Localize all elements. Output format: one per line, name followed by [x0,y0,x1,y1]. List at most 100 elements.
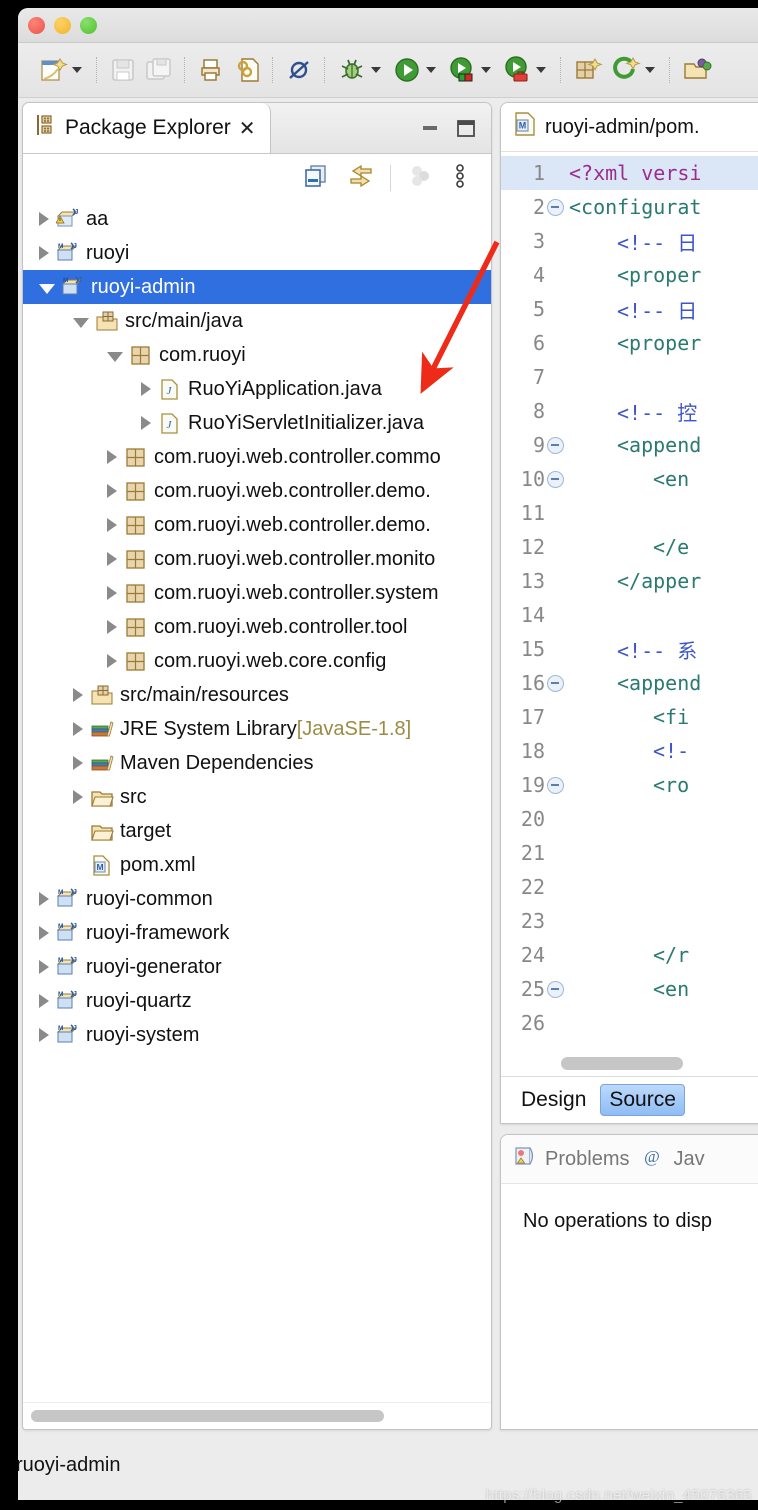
code-line[interactable]: 16 <append [501,666,758,700]
tree-item-com-ruoyi-web-controller-monito[interactable]: com.ruoyi.web.controller.monito [23,542,491,576]
twisty-collapsed-icon[interactable] [39,926,49,940]
scrollbar-thumb[interactable] [561,1056,683,1070]
tree-item-target[interactable]: target [23,814,491,848]
twisty-collapsed-icon[interactable] [107,586,117,600]
new-annotation-button[interactable] [607,48,662,92]
tab-package-explorer[interactable]: Package Explorer ✕ [23,103,271,153]
tree-item-src-main-java[interactable]: src/main/java [23,304,491,338]
run-server-button[interactable] [443,48,498,92]
link-document-button[interactable] [229,48,265,92]
tree-item-src-main-resources[interactable]: src/main/resources [23,678,491,712]
save-all-button[interactable] [141,48,177,92]
code-line[interactable]: 17 <fi [501,700,758,734]
run-button[interactable] [388,48,443,92]
twisty-collapsed-icon[interactable] [39,960,49,974]
tree-item-ruoyi-common[interactable]: M Jruoyi-common [23,882,491,916]
twisty-expanded-icon[interactable] [73,317,89,328]
tree-item-ruoyi-framework[interactable]: M Jruoyi-framework [23,916,491,950]
tree-item-com-ruoyi-web-controller-system[interactable]: com.ruoyi.web.controller.system [23,576,491,610]
code-line[interactable]: 7 [501,360,758,394]
twisty-collapsed-icon[interactable] [107,450,117,464]
package-explorer-tree[interactable]: Jaa M Jruoyi M Jruoyi-admin src/main/java com.… [23,202,491,1402]
code-line[interactable]: 15 <!-- 系 [501,632,758,666]
tree-item-com-ruoyi[interactable]: com.ruoyi [23,338,491,372]
tree-item-pom-xml[interactable]: Mpom.xml [23,848,491,882]
code-line[interactable]: 9 <append [501,428,758,462]
code-line[interactable]: 25 <en [501,972,758,1006]
new-wizard-button[interactable] [34,48,89,92]
editor-horizontal-scrollbar[interactable] [501,1050,758,1076]
twisty-collapsed-icon[interactable] [107,654,117,668]
code-line[interactable]: 10 <en [501,462,758,496]
code-line[interactable]: 24 </r [501,938,758,972]
save-button[interactable] [105,48,141,92]
debug-button[interactable] [333,48,388,92]
code-line[interactable]: 21 [501,836,758,870]
problems-tab-problems[interactable]: Problems [513,1145,629,1173]
tree-item-com-ruoyi-web-controller-commo[interactable]: com.ruoyi.web.controller.commo [23,440,491,474]
print-preview-button[interactable] [193,48,229,92]
editor-mode-tab-design[interactable]: Design [513,1085,594,1115]
code-line[interactable]: 3 <!-- 日 [501,224,758,258]
collapse-all-button[interactable] [294,163,338,194]
problems-view-tabs[interactable]: Problems @ Jav [501,1135,758,1184]
tree-item-ruoyi[interactable]: M Jruoyi [23,236,491,270]
tree-horizontal-scrollbar[interactable] [23,1402,491,1429]
tree-item-aa[interactable]: Jaa [23,202,491,236]
tree-item-ruoyiservletinitializer-java[interactable]: J RuoYiServletInitializer.java [23,406,491,440]
chevron-down-icon[interactable] [72,67,82,73]
twisty-collapsed-icon[interactable] [107,518,117,532]
twisty-collapsed-icon[interactable] [107,484,117,498]
code-line[interactable]: 26 [501,1006,758,1040]
fold-collapse-icon[interactable] [545,674,565,692]
tree-item-com-ruoyi-web-controller-demo[interactable]: com.ruoyi.web.controller.demo. [23,474,491,508]
twisty-collapsed-icon[interactable] [73,722,83,736]
tree-item-ruoyi-generator[interactable]: M Jruoyi-generator [23,950,491,984]
tree-item-ruoyi-quartz[interactable]: M Jruoyi-quartz [23,984,491,1018]
code-line[interactable]: 22 [501,870,758,904]
tree-item-src[interactable]: src [23,780,491,814]
editor-mode-tabs[interactable]: Design Source [501,1076,758,1123]
minimize-icon[interactable] [419,118,441,138]
twisty-collapsed-icon[interactable] [39,892,49,906]
fold-collapse-icon[interactable] [545,776,565,794]
fold-collapse-icon[interactable] [545,198,565,216]
tree-item-com-ruoyi-web-controller-demo[interactable]: com.ruoyi.web.controller.demo. [23,508,491,542]
code-line[interactable]: 14 [501,598,758,632]
twisty-collapsed-icon[interactable] [73,790,83,804]
tree-item-maven-dependencies[interactable]: Maven Dependencies [23,746,491,780]
tree-item-ruoyiapplication-java[interactable]: J RuoYiApplication.java [23,372,491,406]
tree-item-com-ruoyi-web-core-config[interactable]: com.ruoyi.web.core.config [23,644,491,678]
link-with-editor-button[interactable] [338,163,384,194]
code-line[interactable]: 5 <!-- 日 [501,292,758,326]
twisty-collapsed-icon[interactable] [39,212,49,226]
twisty-expanded-icon[interactable] [107,351,123,362]
code-line[interactable]: 6 <proper [501,326,758,360]
twisty-collapsed-icon[interactable] [39,246,49,260]
twisty-collapsed-icon[interactable] [107,620,117,634]
twisty-expanded-icon[interactable] [39,283,55,294]
open-type-button[interactable] [678,48,716,92]
view-menu-button[interactable] [443,162,477,195]
code-line[interactable]: 8 <!-- 控 [501,394,758,428]
close-window-button[interactable] [28,16,45,34]
twisty-collapsed-icon[interactable] [39,1028,49,1042]
twisty-collapsed-icon[interactable] [73,688,83,702]
code-line[interactable]: 18 <!- [501,734,758,768]
maximize-icon[interactable] [455,118,477,138]
tree-item-ruoyi-system[interactable]: M Jruoyi-system [23,1018,491,1052]
tree-item-ruoyi-admin[interactable]: M Jruoyi-admin [23,270,491,304]
code-line[interactable]: 12 </e [501,530,758,564]
code-line[interactable]: 19 <ro [501,768,758,802]
twisty-collapsed-icon[interactable] [39,994,49,1008]
focus-on-active-task-button[interactable] [397,163,443,194]
code-line[interactable]: 20 [501,802,758,836]
fold-collapse-icon[interactable] [545,470,565,488]
tab-pom-xml[interactable]: M ruoyi-admin/pom. [501,103,758,152]
code-area[interactable]: 1 <?xml versi 2 <configurat 3 <!-- 日 4 <proper 5… [501,152,758,1050]
editor-mode-tab-source[interactable]: Source [600,1084,685,1116]
chevron-down-icon[interactable] [536,67,546,73]
code-line[interactable]: 11 [501,496,758,530]
code-line[interactable]: 4 <proper [501,258,758,292]
twisty-collapsed-icon[interactable] [73,756,83,770]
